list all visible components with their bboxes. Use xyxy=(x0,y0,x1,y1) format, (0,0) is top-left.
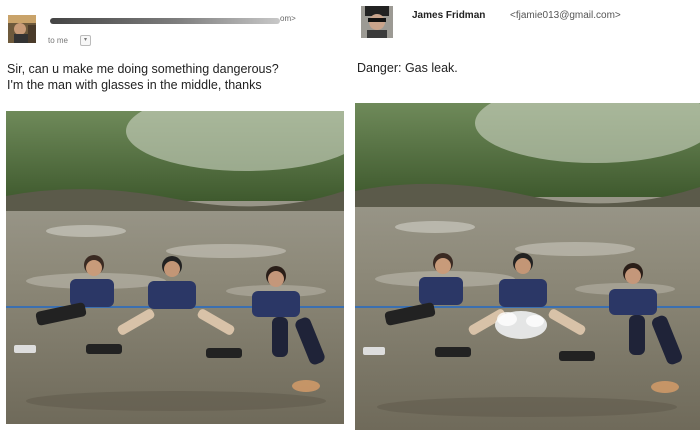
message-line-2: I'm the man with glasses in the middle, … xyxy=(7,78,262,92)
reply-sender-avatar[interactable] xyxy=(361,6,393,38)
reply-sender-email[interactable]: <fjamie013@gmail.com> xyxy=(510,10,621,21)
reply-email-pane: James Fridman <fjamie013@gmail.com> Dang… xyxy=(350,0,700,441)
message-line-1: Sir, can u make me doing something dange… xyxy=(7,62,279,76)
sender-address-tail: om> xyxy=(280,14,296,23)
redacted-sender-name xyxy=(50,18,280,24)
edited-photo[interactable] xyxy=(355,103,700,430)
james-avatar-icon xyxy=(361,6,393,38)
sender-avatar[interactable] xyxy=(8,15,36,43)
reply-sender-name: James Fridman xyxy=(412,10,486,21)
details-dropdown-icon[interactable]: ▾ xyxy=(80,35,91,46)
reply-message-body: Danger: Gas leak. xyxy=(357,61,458,75)
original-email-pane: om> to me ▾ Sir, can u make me doing som… xyxy=(0,0,350,441)
river-photo-original-icon xyxy=(6,111,344,424)
original-photo[interactable] xyxy=(6,111,344,424)
recipient-label: to me xyxy=(48,36,69,45)
avatar-photo-icon xyxy=(8,15,36,43)
river-photo-edited-icon xyxy=(355,103,700,430)
message-body: Sir, can u make me doing something dange… xyxy=(7,61,279,93)
